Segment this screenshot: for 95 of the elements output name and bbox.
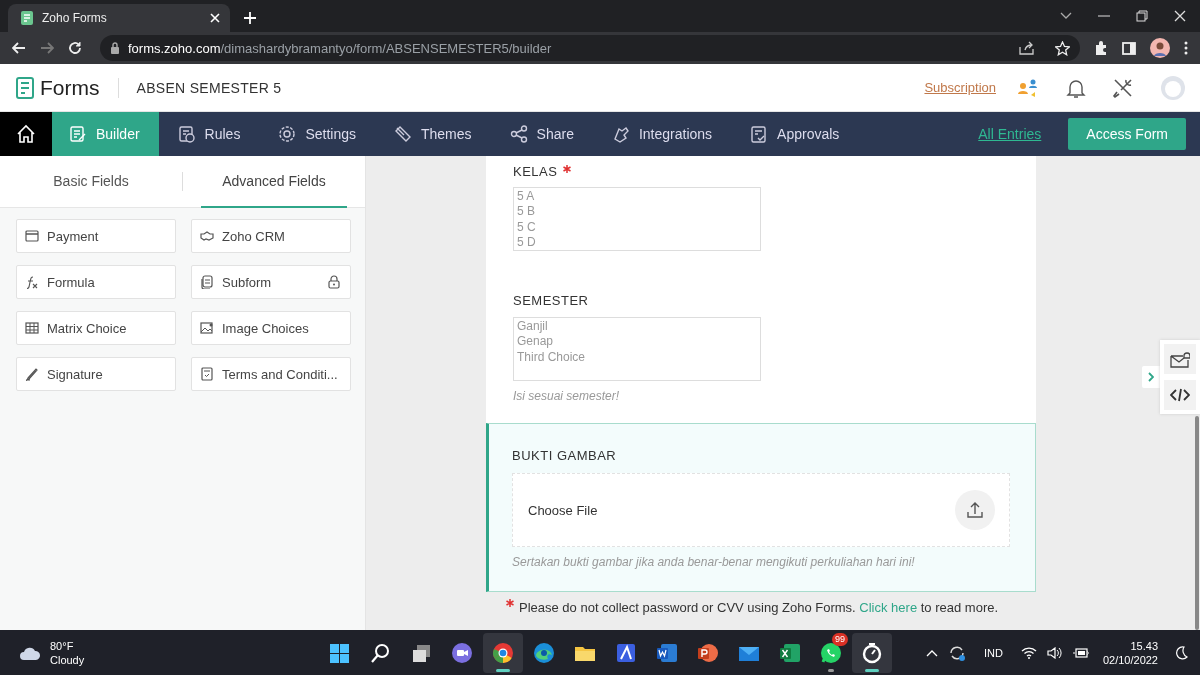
browser-icon <box>491 640 515 665</box>
side-panel-icon[interactable] <box>1122 41 1136 55</box>
battery-icon[interactable] <box>1072 646 1089 659</box>
form-field-section[interactable]: BUKTI GAMBAR Choose File Sertakan bukti gambar jika anda benar-benar mengikuti perkuliahan hari ini! <box>486 423 1036 592</box>
code-icon <box>1170 388 1190 402</box>
field-label: SEMESTER <box>513 293 589 308</box>
taskbar-app[interactable]: 99 <box>811 632 851 673</box>
video-chat-icon <box>450 640 474 665</box>
wifi-icon[interactable] <box>1020 646 1037 659</box>
expand-handle[interactable] <box>1142 366 1160 388</box>
nav-tab[interactable]: Rules <box>158 112 260 156</box>
volume-icon[interactable] <box>1046 646 1063 659</box>
field-label: KELAS <box>513 164 558 179</box>
mail-bell-icon <box>1170 350 1190 368</box>
clock-time: 15.43 <box>1130 638 1158 653</box>
app-logo-text: Forms <box>40 75 100 100</box>
help-text: Isi sesuai semester! <box>513 389 621 403</box>
all-entries-link[interactable]: All Entries <box>978 126 1042 142</box>
input-language[interactable]: IND <box>984 646 1003 659</box>
required-asterisk-icon <box>563 164 572 173</box>
help-text: Sertakan bukti gambar jika anda benar-benar mengikuti perkuliahan hari ini! <box>512 555 916 569</box>
scrollbar[interactable] <box>1195 416 1199 630</box>
clock[interactable]: 15.43 02/10/2022 <box>1102 638 1158 667</box>
back-icon[interactable] <box>12 42 26 54</box>
field-type-button[interactable]: Matrix Choice <box>16 311 176 345</box>
brush-icon <box>394 125 412 143</box>
grid-icon <box>25 321 39 335</box>
browser-tab[interactable]: Zoho Forms <box>8 4 230 32</box>
chevron-down-icon[interactable] <box>1060 12 1072 20</box>
chevron-up-icon[interactable] <box>926 648 938 657</box>
timer-icon <box>860 640 884 665</box>
forms-logo-icon <box>16 76 34 99</box>
gear-icon <box>278 125 297 143</box>
share-icon[interactable] <box>1019 41 1035 55</box>
share-icon <box>509 125 528 143</box>
url-text: forms.zoho.com/dimashardybramantyo/form/ABSENSEMESTER5/builder <box>128 40 552 56</box>
upload-icon <box>966 501 984 519</box>
form-builder-icon <box>69 125 87 143</box>
tools-icon[interactable] <box>1112 76 1134 99</box>
embed-code-button[interactable] <box>1164 380 1196 410</box>
star-icon[interactable] <box>1055 40 1070 56</box>
taskbar-app[interactable] <box>483 632 523 673</box>
avatar-icon[interactable] <box>1150 38 1170 58</box>
notification-badge: 99 <box>832 632 848 646</box>
image-icon <box>200 321 214 335</box>
home-icon <box>16 124 36 144</box>
field-type-button[interactable]: Formula <box>16 265 176 299</box>
close-icon[interactable] <box>1174 10 1186 22</box>
chat-bubble-icon <box>819 640 843 665</box>
field-type-button[interactable]: Zoho CRM <box>191 219 351 253</box>
notification-moon-icon[interactable] <box>1174 645 1188 660</box>
pen-icon <box>25 367 39 381</box>
rule-document-icon <box>177 125 196 143</box>
forward-icon[interactable] <box>40 42 54 54</box>
reload-icon[interactable] <box>68 41 82 55</box>
form-name: ABSEN SEMESTER 5 <box>136 79 282 96</box>
subform-icon <box>200 275 214 289</box>
field-type-button[interactable]: Payment <box>16 219 176 253</box>
file-upload-field[interactable]: Choose File <box>512 473 1010 547</box>
required-asterisk-icon <box>506 599 514 607</box>
restore-icon[interactable] <box>1136 10 1148 22</box>
function-icon <box>25 275 39 289</box>
lock-icon <box>328 275 340 289</box>
nav-tab[interactable]: Themes <box>375 112 491 156</box>
home-button[interactable] <box>0 112 52 156</box>
clock-date: 02/10/2022 <box>1102 652 1158 667</box>
card-icon <box>25 229 39 243</box>
taskbar-app[interactable] <box>852 632 892 673</box>
nav-tab[interactable]: Share <box>490 112 593 156</box>
panel-tab[interactable]: Basic Fields <box>18 156 164 208</box>
plus-icon[interactable] <box>244 12 256 24</box>
chevron-right-icon <box>1148 372 1154 382</box>
weather-condition: Cloudy <box>50 652 85 667</box>
menu-icon[interactable] <box>1184 41 1188 55</box>
address-bar[interactable]: forms.zoho.com/dimashardybramantyo/form/ABSENSEMESTER5/builder <box>100 35 1080 61</box>
field-type-button[interactable]: Signature <box>16 357 176 391</box>
nav-tab[interactable]: Approvals <box>731 112 859 156</box>
field-type-button[interactable]: Image Choices <box>191 311 351 345</box>
upload-button[interactable] <box>955 490 995 530</box>
field-type-button[interactable]: Terms and Conditi... <box>191 357 351 391</box>
extensions-icon[interactable] <box>1094 41 1108 55</box>
field-type-button[interactable]: Subform <box>191 265 351 299</box>
document-check-icon <box>200 367 214 381</box>
form-icon <box>20 10 34 26</box>
notify-mail-button[interactable] <box>1164 344 1196 374</box>
field-label: BUKTI GAMBAR <box>512 448 617 463</box>
nav-tab[interactable]: Integrations <box>592 112 732 156</box>
nav-tab[interactable]: Settings <box>259 112 375 156</box>
choose-file-label: Choose File <box>528 502 598 518</box>
subscription-link[interactable]: Subscription <box>924 80 996 95</box>
notice-text: Please do not collect password or CVV using Zoho Forms. Click here to read more. <box>519 600 999 615</box>
panel-tab[interactable]: Advanced Fields <box>201 156 347 208</box>
lock-icon <box>110 42 120 54</box>
weather-temperature: 80°F <box>50 638 75 653</box>
checklist-icon <box>750 125 769 143</box>
